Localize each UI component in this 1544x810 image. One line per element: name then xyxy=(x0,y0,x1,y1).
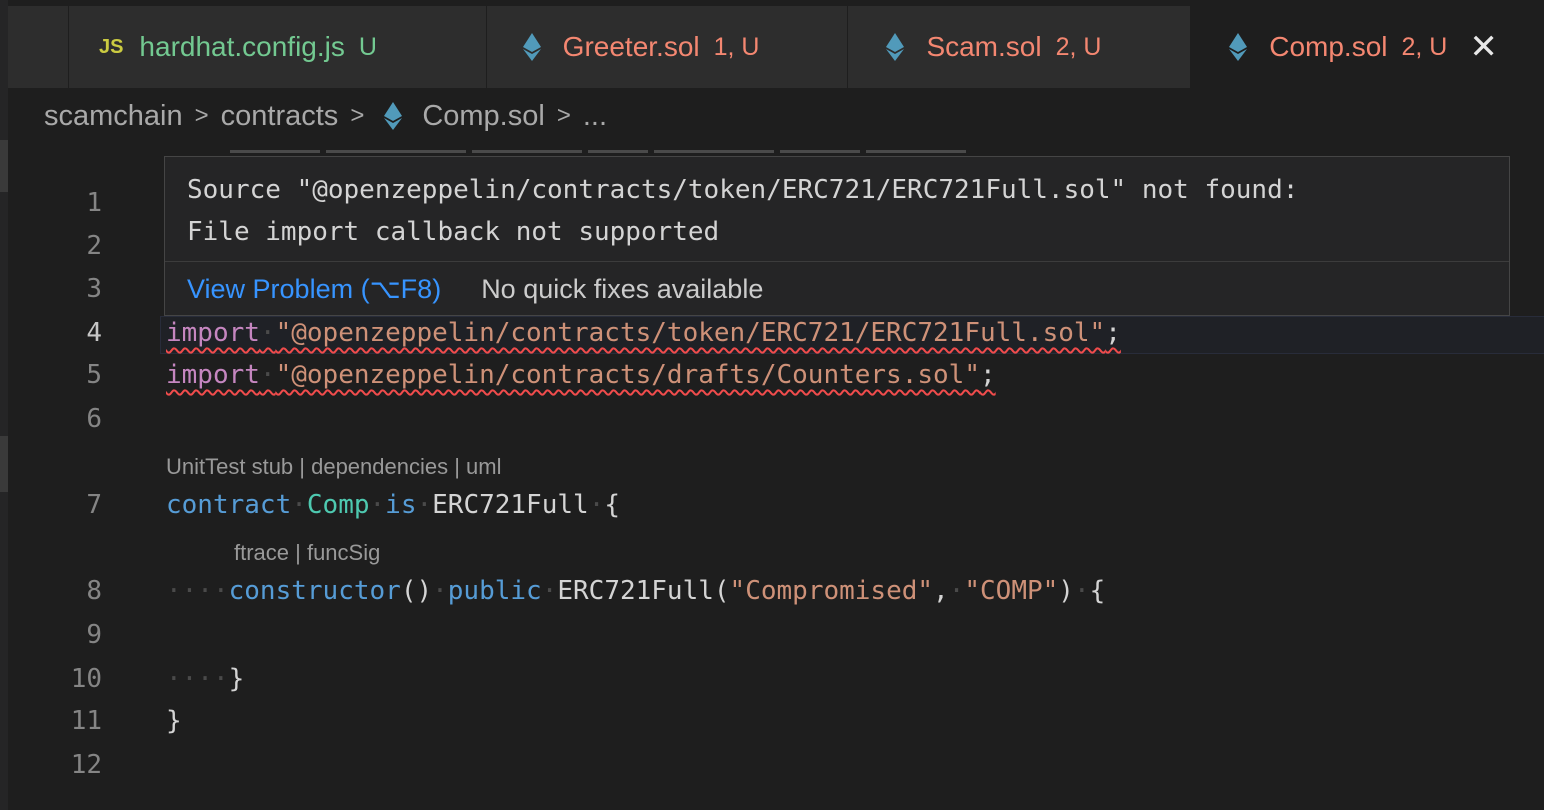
line-number: 2 xyxy=(86,231,102,261)
code-line-4: import·"@openzeppelin/contracts/token/ER… xyxy=(166,318,1121,348)
open-brace: { xyxy=(1089,576,1106,606)
problem-hover-widget: Source "@openzeppelin/contracts/token/ER… xyxy=(164,156,1510,316)
current-line-highlight xyxy=(160,316,1544,354)
tab-bar-spacer xyxy=(8,6,69,88)
view-problem-link[interactable]: View Problem (⌥F8) xyxy=(187,274,441,305)
line-number: 12 xyxy=(70,750,102,780)
javascript-file-icon: JS xyxy=(98,35,124,58)
problem-message-line-1: Source "@openzeppelin/contracts/token/ER… xyxy=(187,175,1299,205)
ethereum-icon xyxy=(522,33,541,61)
tab-label: hardhat.config.js xyxy=(139,31,345,62)
close-paren: ) xyxy=(1058,576,1074,606)
code-line-10: ····} xyxy=(166,664,245,694)
activity-strip xyxy=(0,0,8,810)
tab-status: 2, U xyxy=(1055,32,1102,61)
line-number: 6 xyxy=(86,404,102,434)
semicolon: ; xyxy=(1105,318,1121,348)
line-number: 5 xyxy=(86,360,102,390)
line-number-current: 4 xyxy=(86,318,102,348)
code-line-8: ····constructor()·public·ERC721Full("Com… xyxy=(166,576,1106,606)
codelens-constructor[interactable]: ftrace | funcSig xyxy=(234,540,380,566)
close-icon[interactable]: ✕ xyxy=(1469,30,1498,64)
line-number: 11 xyxy=(70,706,102,736)
line-number: 10 xyxy=(70,664,102,694)
no-quick-fixes-text: No quick fixes available xyxy=(481,273,764,304)
tab-greeter-sol[interactable]: Greeter.sol 1, U xyxy=(486,6,849,88)
tab-comp-sol[interactable]: Comp.sol 2, U ✕ xyxy=(1191,6,1538,88)
string-arg-name: "Compromised" xyxy=(729,576,934,606)
line-number: 8 xyxy=(86,576,102,606)
string-arg-symbol: "COMP" xyxy=(964,576,1059,606)
keyword-import: import xyxy=(166,318,260,348)
problem-message-line-2: File import callback not supported xyxy=(187,217,720,247)
line-number: 9 xyxy=(86,620,102,650)
tab-label: Scam.sol xyxy=(926,31,1042,62)
ethereum-icon xyxy=(384,102,403,130)
chevron-right-icon: > xyxy=(556,102,571,129)
tab-status: 1, U xyxy=(713,32,760,61)
tab-hardhat-config[interactable]: JS hardhat.config.js U xyxy=(68,6,487,88)
ethereum-icon xyxy=(886,33,905,61)
tab-label: Greeter.sol xyxy=(562,31,700,62)
import-path-string: "@openzeppelin/contracts/token/ERC721/ER… xyxy=(275,318,1106,348)
line-number: 3 xyxy=(86,274,102,304)
base-constructor-call: ERC721Full( xyxy=(557,576,730,606)
line-number: 1 xyxy=(86,188,102,218)
comma: , xyxy=(933,576,949,606)
chevron-right-icon: > xyxy=(350,102,365,129)
keyword-import: import xyxy=(166,360,260,390)
hover-actions-bar: View Problem (⌥F8) No quick fixes availa… xyxy=(165,261,1509,316)
keyword-public: public xyxy=(447,576,542,606)
breadcrumb-more[interactable]: ... xyxy=(583,100,607,133)
ethereum-icon xyxy=(1229,33,1248,61)
parens: () xyxy=(400,576,433,606)
code-line-11: } xyxy=(166,706,182,736)
keyword-contract: contract xyxy=(166,490,292,520)
tab-status: U xyxy=(358,32,377,61)
keyword-constructor: constructor xyxy=(228,576,401,606)
semicolon: ; xyxy=(979,360,996,390)
open-brace: { xyxy=(604,490,620,520)
tab-status: 2, U xyxy=(1401,32,1448,61)
breadcrumb: scamchain > contracts > Comp.sol > ... xyxy=(44,96,607,136)
chevron-right-icon: > xyxy=(194,102,209,129)
tab-scam-sol[interactable]: Scam.sol 2, U xyxy=(848,6,1192,88)
keyword-is: is xyxy=(385,490,417,520)
close-brace: } xyxy=(228,664,245,694)
contract-name: Comp xyxy=(306,490,370,520)
strip-marker xyxy=(0,140,8,192)
code-line-5: import·"@openzeppelin/contracts/drafts/C… xyxy=(166,360,996,390)
base-contract: ERC721Full xyxy=(432,490,589,520)
tab-label: Comp.sol xyxy=(1269,31,1388,62)
line-number: 7 xyxy=(86,490,102,520)
breadcrumb-folder-contracts[interactable]: contracts xyxy=(221,100,339,133)
strip-marker xyxy=(0,436,8,492)
breadcrumb-folder-scamchain[interactable]: scamchain xyxy=(44,100,183,133)
code-line-7: contract·Comp·is·ERC721Full·{ xyxy=(166,490,620,520)
import-path-string: "@openzeppelin/contracts/drafts/Counters… xyxy=(275,360,980,390)
close-brace: } xyxy=(166,706,182,736)
editor-tab-bar: JS hardhat.config.js U Greeter.sol 1, U … xyxy=(8,6,1538,88)
codelens-contract[interactable]: UnitTest stub | dependencies | uml xyxy=(166,454,502,480)
breadcrumb-file-comp[interactable]: Comp.sol xyxy=(422,100,545,133)
problem-message: Source "@openzeppelin/contracts/token/ER… xyxy=(165,157,1509,261)
